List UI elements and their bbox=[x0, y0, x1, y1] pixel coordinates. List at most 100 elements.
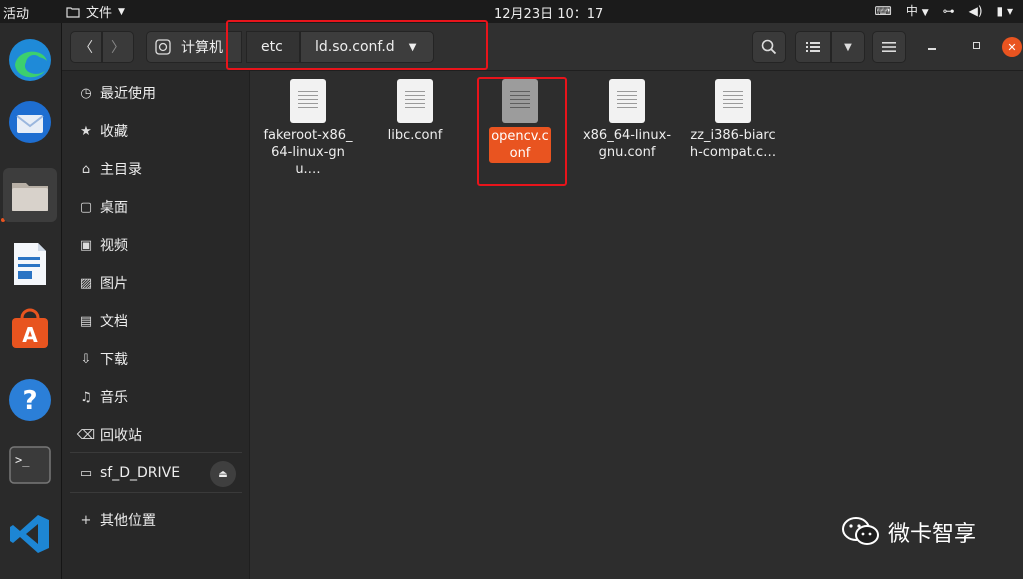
text-file-icon bbox=[715, 79, 751, 123]
view-list-button[interactable] bbox=[795, 31, 831, 63]
breadcrumb-etc[interactable]: etc bbox=[246, 31, 300, 63]
terminal-icon: >_ bbox=[9, 446, 51, 484]
close-button[interactable]: ✕ bbox=[1002, 37, 1022, 57]
network-icon[interactable]: ⊶ bbox=[943, 4, 955, 18]
breadcrumb-current[interactable]: ld.so.conf.d ▼ bbox=[300, 31, 434, 63]
edge-icon bbox=[9, 39, 51, 81]
music-icon: ♫ bbox=[80, 389, 92, 405]
svg-text:A: A bbox=[22, 323, 38, 347]
help-icon: ? bbox=[9, 379, 51, 421]
help-launcher[interactable]: ? bbox=[3, 373, 57, 427]
places-sidebar: ◷ 最近使用 ★ 收藏 ⌂ 主目录 ▢ 桌面 ▣ 视频 ▨ 图片 ▤ 文档 ⇩ 下载 ♫ 音乐 ⌫… bbox=[62, 71, 250, 579]
list-view-icon bbox=[806, 42, 820, 52]
battery-icon[interactable]: ▮ ▾ bbox=[997, 4, 1013, 18]
files-launcher[interactable] bbox=[3, 168, 57, 222]
chevron-down-icon: ▼ bbox=[118, 6, 125, 17]
sidebar-item-starred[interactable]: ★ 收藏 bbox=[62, 114, 250, 148]
watermark: 微卡智享 bbox=[842, 516, 976, 548]
software-center-icon: A bbox=[12, 308, 48, 348]
software-center-launcher[interactable]: A bbox=[3, 303, 57, 357]
sidebar-item-desktop[interactable]: ▢ 桌面 bbox=[62, 190, 250, 224]
minimize-button[interactable] bbox=[926, 39, 940, 53]
video-icon: ▣ bbox=[79, 237, 93, 253]
sidebar-item-pictures[interactable]: ▨ 图片 bbox=[62, 266, 250, 300]
sidebar-divider bbox=[70, 492, 242, 493]
input-method-indicator[interactable]: 中 ▼ bbox=[906, 2, 929, 19]
image-icon: ▨ bbox=[79, 275, 93, 291]
plus-icon: + bbox=[80, 512, 92, 528]
text-file-icon bbox=[290, 79, 326, 123]
system-tray[interactable]: ⌨ 中 ▼ ⊶ ◀) ▮ ▾ bbox=[875, 2, 1013, 19]
home-icon: ⌂ bbox=[81, 161, 91, 177]
vscode-launcher[interactable] bbox=[3, 507, 57, 561]
chevron-down-icon: ▼ bbox=[408, 41, 417, 53]
text-file-icon bbox=[397, 79, 433, 123]
file-manager-window: 〈 〉 计算机 etc ld.so.conf.d ▼ ▼ ✕ ◷ 最近使用 ★ … bbox=[62, 23, 1023, 579]
file-item[interactable]: zz_i386-biarch-compat.c… bbox=[685, 79, 781, 161]
thunderbird-launcher[interactable] bbox=[3, 95, 57, 149]
sidebar-divider bbox=[70, 452, 242, 453]
svg-text:>_: >_ bbox=[15, 453, 30, 467]
sidebar-item-music[interactable]: ♫ 音乐 bbox=[62, 380, 250, 414]
vscode-icon bbox=[10, 515, 49, 553]
file-name: fakeroot-x86_64-linux-gnu.… bbox=[263, 128, 353, 177]
files-icon bbox=[12, 183, 48, 211]
forward-button[interactable]: 〉 bbox=[102, 31, 134, 63]
sidebar-item-other-locations[interactable]: + 其他位置 bbox=[62, 503, 250, 537]
close-icon: ✕ bbox=[1007, 40, 1017, 54]
sidebar-item-recent[interactable]: ◷ 最近使用 bbox=[62, 76, 250, 110]
sidebar-item-documents[interactable]: ▤ 文档 bbox=[62, 304, 250, 338]
edge-browser-launcher[interactable] bbox=[3, 33, 57, 87]
header-bar: 〈 〉 计算机 etc ld.so.conf.d ▼ ▼ ✕ bbox=[62, 23, 1023, 71]
top-bar: 活动 文件 ▼ 12月23日 10：17 ⌨ 中 ▼ ⊶ ◀) ▮ ▾ bbox=[0, 0, 1023, 23]
breadcrumb-computer[interactable]: 计算机 bbox=[146, 31, 242, 63]
document-icon: ▤ bbox=[79, 313, 93, 329]
app-menu[interactable]: 文件 ▼ bbox=[66, 2, 125, 21]
sidebar-item-home[interactable]: ⌂ 主目录 bbox=[62, 152, 250, 186]
chevron-left-icon: 〈 bbox=[79, 40, 93, 56]
keyboard-icon[interactable]: ⌨ bbox=[875, 4, 892, 18]
search-button[interactable] bbox=[752, 31, 786, 63]
file-name: zz_i386-biarch-compat.c… bbox=[689, 128, 777, 160]
trash-icon: ⌫ bbox=[76, 427, 96, 443]
hamburger-icon bbox=[882, 42, 896, 52]
chevron-right-icon: 〉 bbox=[111, 40, 125, 56]
desktop-icon: ▢ bbox=[79, 199, 93, 215]
terminal-launcher[interactable]: >_ bbox=[3, 438, 57, 492]
maximize-icon bbox=[973, 42, 980, 49]
text-file-icon bbox=[502, 79, 538, 123]
sidebar-item-videos[interactable]: ▣ 视频 bbox=[62, 228, 250, 262]
download-icon: ⇩ bbox=[80, 351, 92, 367]
file-name: opencv.conf bbox=[489, 127, 551, 163]
file-item[interactable]: fakeroot-x86_64-linux-gnu.… bbox=[260, 79, 356, 178]
watermark-text: 微卡智享 bbox=[888, 522, 977, 547]
text-file-icon bbox=[609, 79, 645, 123]
drive-icon: ▭ bbox=[79, 465, 93, 481]
file-item[interactable]: libc.conf bbox=[367, 79, 463, 144]
clock-icon: ◷ bbox=[80, 85, 92, 101]
file-name: libc.conf bbox=[387, 128, 443, 143]
app-menu-label: 文件 bbox=[86, 6, 113, 21]
file-item[interactable]: x86_64-linux-gnu.conf bbox=[579, 79, 675, 161]
sidebar-item-downloads[interactable]: ⇩ 下载 bbox=[62, 342, 250, 376]
search-icon bbox=[761, 39, 777, 55]
sidebar-item-drive[interactable]: ▭ sf_D_DRIVE ⏏ bbox=[62, 456, 250, 490]
thunderbird-icon bbox=[9, 101, 51, 143]
folder-icon bbox=[66, 6, 80, 18]
back-button[interactable]: 〈 bbox=[70, 31, 102, 63]
view-options-button[interactable]: ▼ bbox=[831, 31, 865, 63]
star-icon: ★ bbox=[80, 123, 92, 139]
volume-icon[interactable]: ◀) bbox=[969, 4, 983, 18]
clock[interactable]: 12月23日 10：17 bbox=[494, 3, 603, 22]
menu-button[interactable] bbox=[872, 31, 906, 63]
eject-button[interactable]: ⏏ bbox=[210, 461, 236, 487]
maximize-button[interactable] bbox=[970, 39, 984, 53]
sidebar-item-trash[interactable]: ⌫ 回收站 bbox=[62, 418, 250, 452]
file-icon-view: fakeroot-x86_64-linux-gnu.… libc.conf op… bbox=[251, 71, 1023, 579]
file-item-selected[interactable]: opencv.conf bbox=[472, 79, 568, 163]
activities-button[interactable]: 活动 bbox=[3, 3, 29, 22]
writer-launcher[interactable] bbox=[3, 237, 57, 291]
chevron-down-icon: ▼ bbox=[844, 41, 852, 53]
wechat-icon bbox=[842, 517, 879, 545]
minimize-icon bbox=[928, 48, 936, 50]
